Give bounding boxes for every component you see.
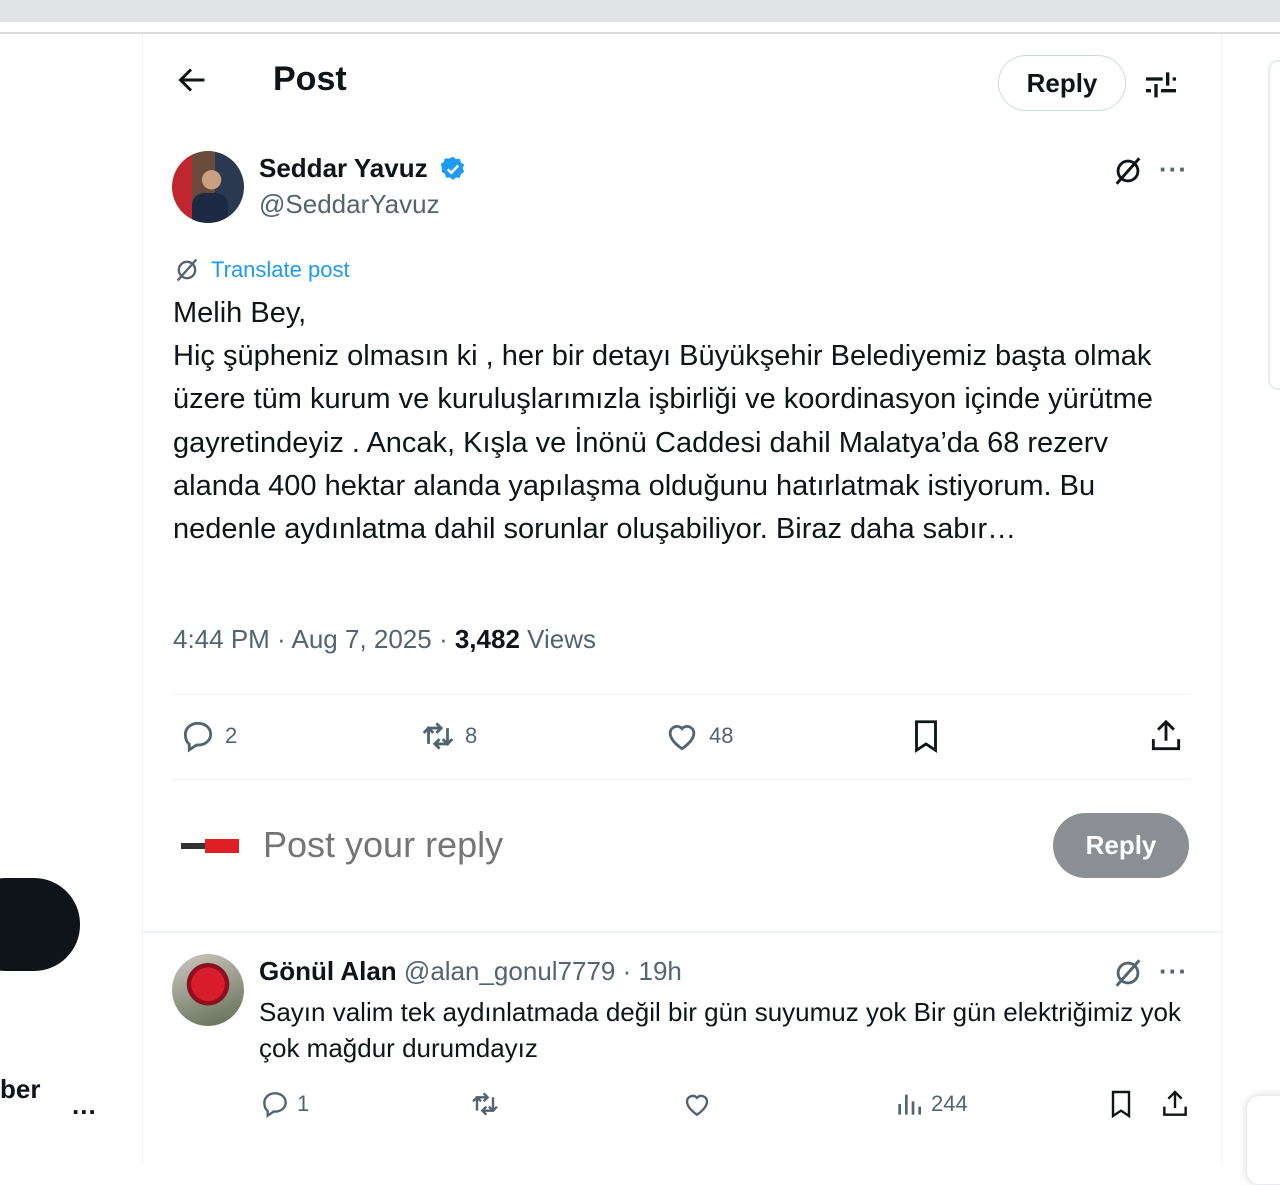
reply-more-icon[interactable]: ··· — [1159, 956, 1188, 987]
browser-toolbar — [0, 0, 1280, 22]
author-name[interactable]: Seddar Yavuz — [259, 153, 428, 184]
reply-handle-time[interactable]: @alan_gonul7779 · 19h — [397, 956, 682, 986]
main-column: Post Reply Seddar Yavuz @SeddarYavuz ···… — [142, 34, 1222, 1164]
views-count: 3,482 — [454, 624, 520, 654]
grok-icon[interactable] — [1111, 956, 1145, 990]
like-action[interactable]: 48 — [663, 717, 733, 755]
reply-submit-button[interactable]: Reply — [1053, 813, 1189, 878]
repost-action[interactable]: 8 — [419, 717, 477, 755]
share-icon — [1163, 1090, 1187, 1116]
bookmark-action[interactable] — [907, 717, 945, 755]
reply-like-action[interactable] — [681, 1088, 713, 1120]
reply-bookmark-action[interactable] — [1105, 1088, 1137, 1120]
reply-author-avatar[interactable] — [172, 954, 244, 1026]
author-avatar[interactable] — [172, 151, 244, 223]
like-count: 48 — [709, 723, 734, 748]
reply-views-action[interactable]: 244 — [893, 1088, 968, 1120]
post-time[interactable]: 4:44 PM · Aug 7, 2025 · — [173, 624, 455, 654]
divider — [173, 694, 1191, 695]
reply-icon — [263, 1092, 287, 1118]
sidebar-post-button[interactable] — [0, 878, 80, 971]
reply-author-name[interactable]: Gönül Alan — [259, 956, 397, 986]
right-floating-card[interactable] — [1246, 1095, 1280, 1185]
translate-post-link[interactable]: Translate post — [173, 256, 350, 284]
reply-reply-count: 1 — [297, 1091, 310, 1116]
adjust-settings-icon[interactable] — [1141, 64, 1181, 104]
grok-icon[interactable] — [1111, 154, 1145, 188]
heart-icon — [668, 725, 696, 751]
share-action[interactable] — [1147, 717, 1185, 755]
reply-header: Gönül Alan @alan_gonul7779 · 19h — [259, 956, 682, 987]
section-divider — [143, 931, 1221, 933]
views-label: Views — [519, 624, 597, 654]
right-panel-edge — [1268, 60, 1280, 390]
post-header: Post Reply — [143, 34, 1221, 130]
share-icon — [1151, 719, 1181, 751]
user-avatar-logo — [177, 838, 241, 854]
reply-header-button[interactable]: Reply — [998, 55, 1126, 111]
reply-composer-input[interactable] — [263, 824, 963, 866]
repost-icon — [422, 722, 454, 750]
page-title: Post — [273, 60, 347, 98]
reply-share-action[interactable] — [1159, 1088, 1191, 1120]
divider — [173, 779, 1191, 780]
verified-badge-icon — [440, 156, 465, 180]
reply-reply-action[interactable]: 1 — [259, 1088, 309, 1120]
repost-count: 8 — [465, 723, 478, 748]
post-text: Melih Bey, Hiç şüpheniz olmasın ki , her… — [173, 297, 1153, 546]
sidebar-account-more[interactable]: ... — [72, 1090, 97, 1121]
back-arrow-icon[interactable] — [173, 62, 209, 98]
sidebar-account-name[interactable]: ber — [0, 1074, 40, 1105]
bookmark-icon — [1111, 1090, 1131, 1119]
repost-icon — [472, 1092, 498, 1116]
reply-action[interactable]: 2 — [179, 717, 237, 755]
heart-icon — [685, 1094, 709, 1117]
reply-count: 2 — [225, 723, 238, 748]
translate-label: Translate post — [211, 257, 350, 282]
reply-views-count: 244 — [931, 1091, 968, 1116]
reply-text: Sayın valim tek aydınlatmada değil bir g… — [259, 997, 1181, 1063]
views-chart-icon — [898, 1094, 921, 1115]
reply-repost-action[interactable] — [469, 1088, 501, 1120]
reply-actions: 1 244 — [259, 1088, 1189, 1128]
post-meta: 4:44 PM · Aug 7, 2025 · 3,482 Views — [173, 624, 596, 655]
post-more-icon[interactable]: ··· — [1159, 154, 1188, 185]
grok-translate-icon — [176, 258, 198, 282]
post-actions: 2 8 48 — [173, 699, 1191, 779]
author-handle[interactable]: @SeddarYavuz — [259, 189, 440, 220]
bookmark-icon — [915, 720, 937, 753]
reply-icon — [183, 721, 213, 753]
